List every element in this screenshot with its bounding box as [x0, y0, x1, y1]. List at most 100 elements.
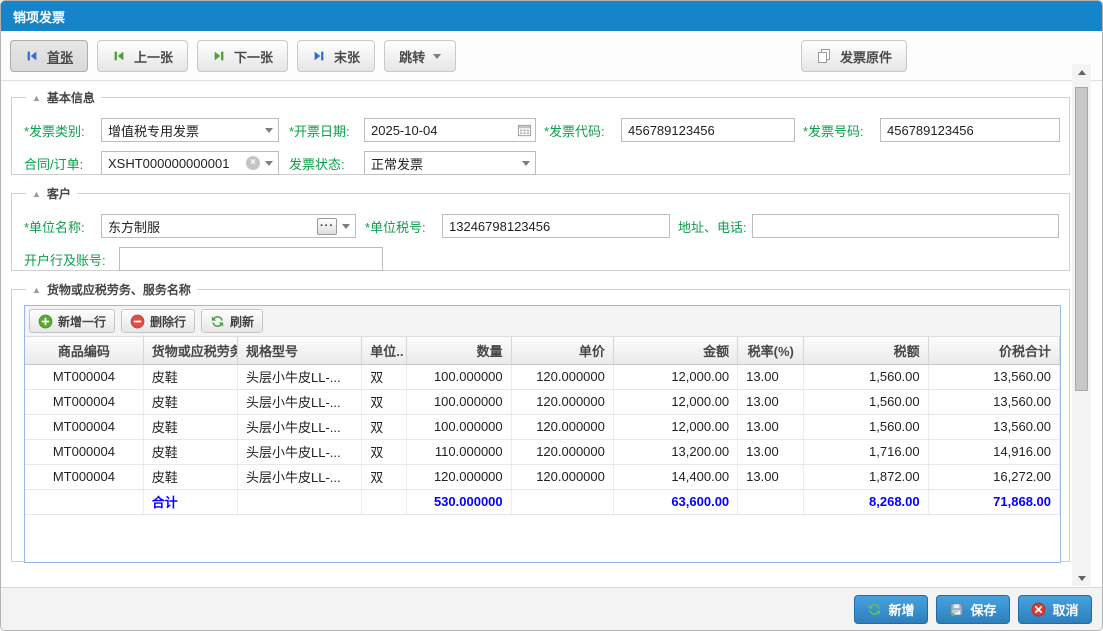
chevron-down-icon[interactable] — [260, 119, 278, 141]
unit-name-combo[interactable]: ··· — [101, 214, 356, 238]
sales-invoice-window: 销项发票 首张 上一张 下一张 末张 跳转 发票原件 — [0, 0, 1103, 631]
invoice-type-combo[interactable] — [101, 118, 279, 142]
first-page-icon — [25, 49, 39, 63]
col-header-tax-rate[interactable]: 税率(%) — [738, 337, 804, 364]
save-disk-icon — [949, 602, 964, 617]
table-total-row: 合计 530.000000 63,600.00 8,268.00 71,868.… — [25, 489, 1060, 514]
total-label: 合计 — [143, 489, 237, 514]
vertical-scrollbar[interactable] — [1072, 64, 1091, 586]
save-button[interactable]: 保存 — [936, 595, 1010, 624]
chevron-down-icon[interactable] — [337, 215, 355, 237]
unit-tax-no-label: *单位税号: — [365, 217, 442, 236]
section-title: 基本信息 — [47, 89, 95, 106]
calendar-icon[interactable] — [513, 123, 535, 138]
basic-row-1: *发票类别: *开票日期: *发票代码: *发票号码: — [24, 117, 1061, 143]
unit-tax-no-input[interactable] — [442, 214, 670, 238]
table-row[interactable]: MT000004 皮鞋 头层小牛皮LL-... 双 100.000000 120… — [25, 389, 1060, 414]
goods-legend: ▲ 货物或应税劳务、服务名称 — [26, 281, 197, 298]
browse-ellipsis-icon[interactable]: ··· — [317, 218, 337, 235]
invoice-number-input[interactable] — [880, 118, 1060, 142]
contract-order-label: 合同/订单: — [24, 154, 101, 173]
col-header-total[interactable]: 价税合计 — [928, 337, 1059, 364]
unit-name-label: *单位名称: — [24, 217, 101, 236]
chevron-down-icon[interactable] — [260, 152, 278, 174]
invoice-date-picker[interactable] — [364, 118, 536, 142]
footer-bar: 新增 保存 取消 — [1, 587, 1102, 630]
scroll-up-arrow-icon[interactable] — [1072, 64, 1091, 80]
delete-row-button[interactable]: 删除行 — [121, 309, 195, 333]
form-content: ▲ 基本信息 *发票类别: *开票日期: *发票代码: *发票号码 — [1, 81, 1070, 587]
refresh-icon — [210, 314, 225, 329]
table-row[interactable]: MT000004 皮鞋 头层小牛皮LL-... 双 100.000000 120… — [25, 414, 1060, 439]
total-tax: 8,268.00 — [804, 489, 928, 514]
next-page-icon — [212, 49, 226, 63]
col-header-tax[interactable]: 税额 — [804, 337, 928, 364]
customer-row-1: *单位名称: ··· *单位税号: 地址、电话: — [24, 213, 1061, 239]
invoice-status-label: 发票状态: — [289, 154, 364, 173]
total-qty: 530.000000 — [407, 489, 511, 514]
col-header-qty[interactable]: 数量 — [407, 337, 511, 364]
refresh-button[interactable]: 刷新 — [201, 309, 263, 333]
last-invoice-button[interactable]: 末张 — [297, 40, 375, 72]
window-title: 销项发票 — [13, 7, 65, 26]
scroll-down-arrow-icon[interactable] — [1072, 570, 1091, 586]
basic-info-section: ▲ 基本信息 *发票类别: *开票日期: *发票代码: *发票号码 — [11, 89, 1070, 175]
contract-order-input[interactable] — [102, 152, 246, 174]
invoice-status-input[interactable] — [365, 152, 517, 174]
basic-row-2: 合同/订单: × 发票状态: — [24, 150, 1061, 176]
clear-icon[interactable]: × — [246, 156, 260, 170]
goods-table: 商品编码 货物或应税劳务 规格型号 单位.. 数量 单价 金额 税率(%) 税额… — [25, 337, 1060, 515]
last-page-icon — [312, 49, 326, 63]
table-row[interactable]: MT000004 皮鞋 头层小牛皮LL-... 双 120.000000 120… — [25, 464, 1060, 489]
chevron-down-icon[interactable] — [517, 152, 535, 174]
plus-circle-icon — [38, 314, 53, 329]
next-invoice-button[interactable]: 下一张 — [197, 40, 288, 72]
unit-name-input[interactable] — [102, 215, 317, 237]
goods-datagrid: 新增一行 删除行 刷新 — [24, 305, 1061, 563]
invoice-date-input[interactable] — [365, 119, 513, 141]
table-header-row: 商品编码 货物或应税劳务 规格型号 单位.. 数量 单价 金额 税率(%) 税额… — [25, 337, 1060, 364]
refresh-icon — [867, 602, 882, 617]
bank-account-input[interactable] — [119, 247, 383, 271]
copy-document-icon — [816, 48, 832, 64]
invoice-type-input[interactable] — [102, 119, 260, 141]
chevron-down-icon — [433, 54, 441, 59]
invoice-code-label: *发票代码: — [544, 121, 621, 140]
invoice-type-label: *发票类别: — [24, 121, 101, 140]
scrollbar-thumb[interactable] — [1075, 87, 1088, 391]
col-header-spec[interactable]: 规格型号 — [238, 337, 362, 364]
col-header-amount[interactable]: 金额 — [613, 337, 737, 364]
invoice-status-combo[interactable] — [364, 151, 536, 175]
collapse-icon[interactable]: ▲ — [32, 189, 41, 199]
address-phone-input[interactable] — [752, 214, 1059, 238]
col-header-unit[interactable]: 单位.. — [362, 337, 407, 364]
basic-info-legend: ▲ 基本信息 — [26, 89, 101, 106]
col-header-code[interactable]: 商品编码 — [25, 337, 143, 364]
customer-row-2: 开户行及账号: — [24, 246, 1061, 272]
cancel-button[interactable]: 取消 — [1018, 595, 1092, 624]
datagrid-toolbar: 新增一行 删除行 刷新 — [25, 306, 1060, 337]
invoice-original-button[interactable]: 发票原件 — [801, 40, 907, 72]
collapse-icon[interactable]: ▲ — [32, 93, 41, 103]
window-titlebar: 销项发票 — [1, 1, 1102, 31]
navigation-toolbar: 首张 上一张 下一张 末张 跳转 发票原件 — [1, 31, 1102, 81]
col-header-name[interactable]: 货物或应税劳务 — [143, 337, 237, 364]
bank-account-label: 开户行及账号: — [24, 250, 119, 269]
cancel-x-icon — [1031, 602, 1046, 617]
goods-section: ▲ 货物或应税劳务、服务名称 新增一行 删除行 刷新 — [11, 281, 1070, 562]
prev-invoice-button[interactable]: 上一张 — [97, 40, 188, 72]
jump-button[interactable]: 跳转 — [384, 40, 456, 72]
table-row[interactable]: MT000004 皮鞋 头层小牛皮LL-... 双 110.000000 120… — [25, 439, 1060, 464]
invoice-code-input[interactable] — [621, 118, 795, 142]
collapse-icon[interactable]: ▲ — [32, 285, 41, 295]
minus-circle-icon — [130, 314, 145, 329]
contract-order-combo[interactable]: × — [101, 151, 279, 175]
total-amount: 63,600.00 — [613, 489, 737, 514]
col-header-price[interactable]: 单价 — [511, 337, 613, 364]
first-invoice-button[interactable]: 首张 — [10, 40, 88, 72]
table-row[interactable]: MT000004 皮鞋 头层小牛皮LL-... 双 100.000000 120… — [25, 364, 1060, 389]
add-button[interactable]: 新增 — [854, 595, 928, 624]
add-row-button[interactable]: 新增一行 — [29, 309, 115, 333]
section-title: 客户 — [47, 185, 71, 202]
customer-section: ▲ 客户 *单位名称: ··· *单位税号: 地址、电话: 开户行及账号: — [11, 185, 1070, 271]
